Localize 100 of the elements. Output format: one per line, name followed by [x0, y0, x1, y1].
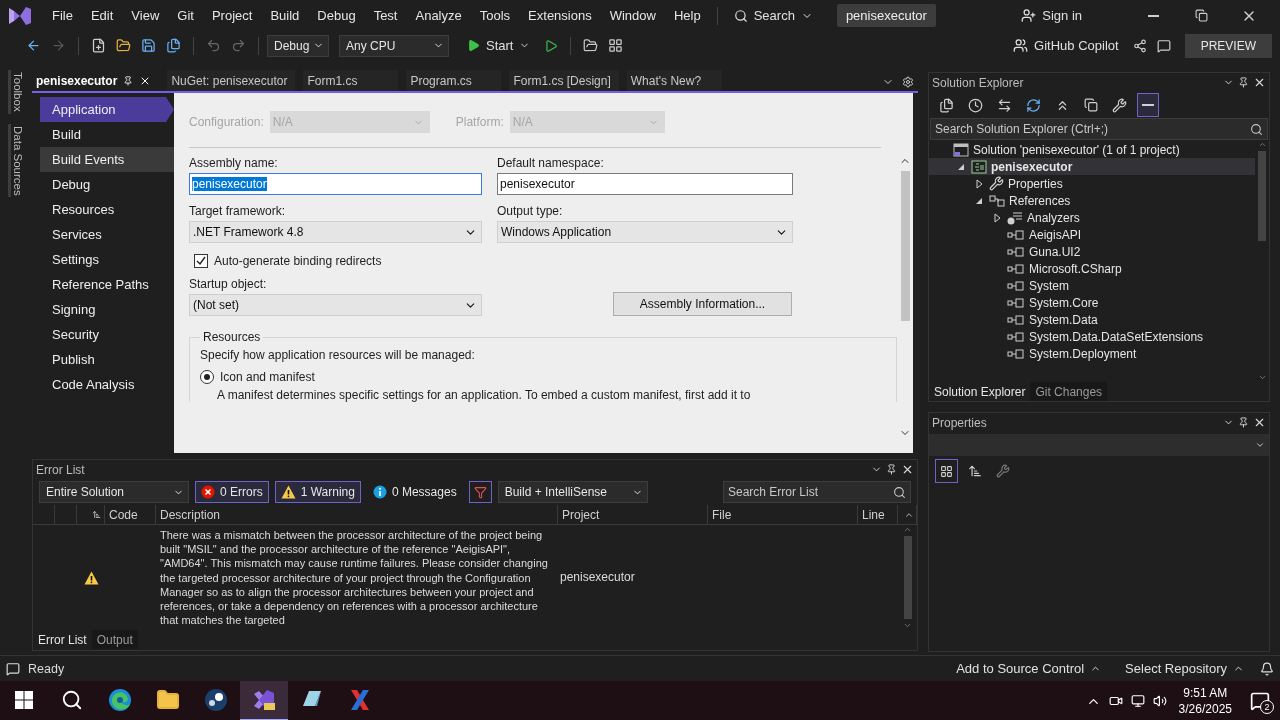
nav-item[interactable]: Debug — [40, 172, 174, 197]
tree-item[interactable]: System.Deployment — [929, 345, 1255, 362]
menu-item[interactable]: Build — [262, 3, 308, 28]
nav-item[interactable]: Signing — [40, 297, 174, 322]
option-description: A manifest determines specific settings for an application. To embed a custom manifest, first add it to — [216, 388, 752, 402]
reference-icon — [1007, 297, 1025, 308]
tree-item[interactable]: Microsoft.CSharp — [929, 260, 1255, 277]
dropdown[interactable]: (Not set) — [189, 294, 482, 316]
tree-item[interactable]: Analyzers — [929, 209, 1255, 226]
categorized-button[interactable] — [935, 459, 958, 483]
source-control-button[interactable]: Add to Source Control — [948, 656, 1110, 681]
column-header[interactable]: Code — [105, 505, 156, 525]
menu-item[interactable]: Window — [601, 3, 664, 28]
tree-item[interactable]: System.Data.DataSetExtensions — [929, 328, 1255, 345]
tree-item[interactable]: System — [929, 277, 1255, 294]
nav-item[interactable]: Services — [40, 222, 174, 247]
dropdown[interactable]: Windows Application — [497, 221, 793, 243]
nav-item[interactable]: Application — [40, 97, 174, 122]
search-icon — [1250, 122, 1263, 136]
radio-button[interactable] — [200, 370, 214, 384]
panel-tab[interactable]: Git Changes — [1030, 382, 1108, 401]
menu-item[interactable]: View — [123, 3, 168, 28]
tree-item[interactable]: penisexecutor — [929, 158, 1255, 175]
table-cell-text: penisexecutor — [559, 569, 636, 587]
checkbox[interactable] — [194, 254, 208, 268]
search-field[interactable]: Search Error List — [723, 481, 911, 503]
nav-item[interactable]: Security — [40, 322, 174, 347]
copilot-button[interactable]: GitHub Copilot — [1005, 33, 1127, 58]
scope-dropdown[interactable]: Entire Solution — [39, 481, 189, 503]
filter-toggle-button[interactable] — [468, 481, 492, 503]
document-tab[interactable]: NuGet: penisexecutor — [167, 70, 296, 91]
status-text: Ready — [28, 661, 65, 676]
menu-item[interactable]: Project — [203, 3, 261, 28]
check-icon — [196, 256, 206, 266]
column-header[interactable]: Project — [558, 505, 708, 525]
notifications-button[interactable]: 2 — [1240, 681, 1280, 720]
menu-item[interactable]: Debug — [309, 3, 364, 28]
feedback-icon — [1156, 38, 1171, 53]
menu-item[interactable]: File — [44, 3, 81, 28]
dropdown[interactable]: .NET Framework 4.8 — [189, 221, 482, 243]
bell-icon — [1260, 661, 1274, 676]
side-tab[interactable]: Data Sources — [7, 123, 25, 198]
source-dropdown[interactable]: Build + IntelliSense — [497, 481, 648, 503]
reference-icon — [1007, 280, 1025, 291]
repository-button[interactable]: Select Repository — [1117, 656, 1252, 681]
assembly-information-button[interactable]: Assembly Information... — [613, 292, 792, 316]
nav-item[interactable]: Code Analysis — [40, 372, 174, 397]
document-tab[interactable]: Form1.cs — [303, 70, 399, 91]
tree-item[interactable]: AeigisAPI — [929, 226, 1255, 243]
reference-icon — [1007, 229, 1025, 240]
menu-item[interactable]: Test — [365, 3, 406, 28]
preview-button[interactable]: PREVIEW — [1184, 33, 1272, 58]
menu-item[interactable]: Edit — [82, 3, 122, 28]
text-field[interactable]: penisexecutor — [497, 173, 793, 195]
document-tab[interactable]: Program.cs — [406, 70, 502, 91]
filter-button[interactable]: 0 Messages — [366, 481, 463, 503]
play-icon — [544, 38, 559, 53]
platform-dropdown[interactable]: Any CPU — [339, 34, 449, 57]
search-field[interactable]: Search Solution Explorer (Ctrl+;) — [930, 118, 1268, 140]
nav-item[interactable]: Build — [40, 122, 174, 147]
start-button[interactable]: Start — [459, 33, 539, 58]
forward-arrow-icon — [51, 38, 66, 53]
message-icon — [1250, 691, 1270, 711]
column-header[interactable]: Line — [858, 505, 898, 525]
column-header[interactable]: File — [708, 505, 858, 525]
field-label: Output type: — [497, 204, 564, 218]
filter-button[interactable]: 1 Warning — [274, 481, 361, 503]
menu-item[interactable]: Analyze — [407, 3, 470, 28]
field-label: Default namespace: — [497, 156, 605, 170]
column-header[interactable]: Description — [156, 505, 558, 525]
sign-in-button[interactable]: Sign in — [1013, 3, 1090, 28]
save-icon — [141, 38, 156, 53]
panel-tab[interactable]: Output — [91, 630, 138, 649]
tree-item[interactable]: Guna.UI2 — [929, 243, 1255, 260]
clock[interactable]: 9:51 AM 3/26/2025 — [1170, 686, 1240, 716]
caret-icon — [1255, 440, 1265, 450]
taskbar-button[interactable] — [240, 681, 288, 720]
side-tab[interactable]: Toolbox — [7, 70, 25, 114]
search-button[interactable]: Search — [725, 3, 821, 28]
menu-item[interactable]: Help — [665, 3, 709, 28]
document-tab[interactable]: What's New? — [626, 70, 722, 91]
tree-item[interactable]: Solution 'penisexecutor' (1 of 1 project) — [929, 141, 1255, 158]
nav-item[interactable]: Publish — [40, 347, 174, 372]
nav-item[interactable]: Build Events — [40, 147, 174, 172]
tree-item[interactable]: Properties — [929, 175, 1255, 192]
preview-toggle-button[interactable] — [1137, 93, 1159, 117]
tree-item[interactable]: System.Core — [929, 294, 1255, 311]
filter-button[interactable]: 0 Errors — [195, 481, 269, 503]
menu-item[interactable]: Tools — [471, 3, 519, 28]
configuration-dropdown[interactable]: Debug — [267, 34, 329, 57]
document-tab[interactable]: Form1.cs [Design] — [509, 70, 619, 91]
nav-item[interactable]: Reference Paths — [40, 272, 174, 297]
tree-item[interactable]: References — [929, 192, 1255, 209]
nav-item[interactable]: Resources — [40, 197, 174, 222]
text-field[interactable]: penisexecutor — [189, 173, 482, 195]
nav-item[interactable]: Settings — [40, 247, 174, 272]
menu-item[interactable]: Extensions — [520, 3, 600, 28]
tree-item[interactable]: System.Data — [929, 311, 1255, 328]
dash-icon — [1142, 104, 1154, 106]
menu-item[interactable]: Git — [169, 3, 202, 28]
